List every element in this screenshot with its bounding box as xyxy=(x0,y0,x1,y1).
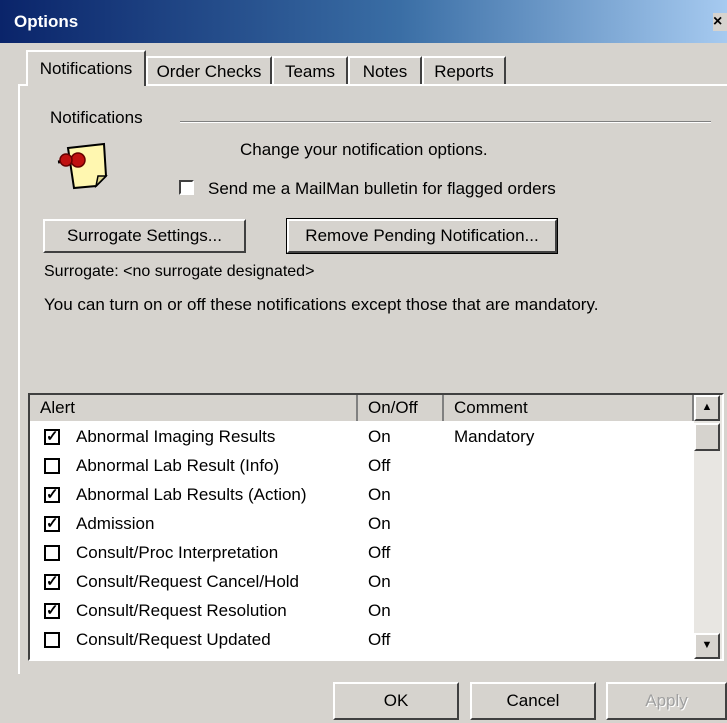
alert-comment: Mandatory xyxy=(454,427,535,446)
row-checkbox[interactable] xyxy=(44,545,60,561)
group-divider xyxy=(180,121,711,123)
window-title: Options xyxy=(14,12,79,31)
cancel-button[interactable]: Cancel xyxy=(470,682,596,720)
close-icon[interactable]: × xyxy=(713,13,727,31)
row-checkbox[interactable]: ✓ xyxy=(44,603,60,619)
alert-name: Abnormal Lab Result (Info) xyxy=(76,456,280,475)
table-row[interactable]: ✓ Admission On xyxy=(30,510,694,539)
table-row[interactable]: ✓ Consult/Request Cancel/Hold On xyxy=(30,568,694,597)
alert-on-off: Off xyxy=(368,630,391,649)
table-row[interactable]: ✓ Abnormal Imaging Results On Mandatory xyxy=(30,423,694,452)
tab-teams[interactable]: Teams xyxy=(272,56,348,84)
alert-name: Consult/Request Updated xyxy=(76,630,271,649)
column-header-on-off[interactable]: On/Off xyxy=(358,395,444,421)
alert-on-off: On xyxy=(368,514,391,533)
remove-pending-notification-button[interactable]: Remove Pending Notification... xyxy=(286,218,558,254)
row-checkbox[interactable]: ✓ xyxy=(44,574,60,590)
row-checkbox[interactable] xyxy=(44,458,60,474)
row-checkbox[interactable]: ✓ xyxy=(44,487,60,503)
column-header-alert[interactable]: Alert xyxy=(30,395,358,421)
alert-name: Consult/Proc Interpretation xyxy=(76,543,279,562)
tab-reports[interactable]: Reports xyxy=(422,56,506,84)
description-text: Change your notification options. xyxy=(240,140,488,159)
title-bar[interactable]: Options × xyxy=(0,0,727,43)
tab-notes[interactable]: Notes xyxy=(348,56,422,84)
table-row[interactable]: Consult/Request Updated Off xyxy=(30,626,694,655)
table-row[interactable]: ✓ Consult/Request Resolution On xyxy=(30,597,694,626)
mailman-checkbox-label[interactable]: Send me a MailMan bulletin for flagged o… xyxy=(208,179,556,199)
surrogate-settings-button[interactable]: Surrogate Settings... xyxy=(43,219,246,253)
table-row[interactable]: ✓ Abnormal Lab Results (Action) On xyxy=(30,481,694,510)
row-checkbox[interactable]: ✓ xyxy=(44,429,60,445)
column-header-comment[interactable]: Comment xyxy=(444,395,694,421)
table-row[interactable]: Consult/Proc Interpretation Off xyxy=(30,539,694,568)
alert-on-off: On xyxy=(368,485,391,504)
row-checkbox[interactable] xyxy=(44,632,60,648)
group-label: Notifications xyxy=(50,108,143,127)
tab-order-checks[interactable]: Order Checks xyxy=(146,56,272,84)
scroll-up-icon[interactable]: ▲ xyxy=(694,395,720,421)
mailman-checkbox[interactable] xyxy=(179,180,194,195)
alert-on-off: On xyxy=(368,427,391,446)
alert-name: Admission xyxy=(76,514,155,533)
scroll-thumb[interactable] xyxy=(694,423,720,451)
alert-name: Consult/Request Cancel/Hold xyxy=(76,572,300,591)
info-text: You can turn on or off these notificatio… xyxy=(44,295,599,314)
alert-name: Abnormal Lab Results (Action) xyxy=(76,485,307,504)
alert-on-off: Off xyxy=(368,456,391,475)
alert-on-off: On xyxy=(368,572,391,591)
tab-notifications[interactable]: Notifications xyxy=(26,50,146,86)
vertical-scrollbar[interactable]: ▲ ▼ xyxy=(694,395,722,659)
alerts-list[interactable]: Alert On/Off Comment ✓ Abnormal Imaging … xyxy=(28,393,724,661)
surrogate-text: Surrogate: <no surrogate designated> xyxy=(44,263,315,280)
table-row[interactable]: Abnormal Lab Result (Info) Off xyxy=(30,452,694,481)
alert-on-off: On xyxy=(368,601,391,620)
alert-on-off: Off xyxy=(368,543,391,562)
ok-button[interactable]: OK xyxy=(333,682,459,720)
alert-name: Consult/Request Resolution xyxy=(76,601,287,620)
scroll-down-icon[interactable]: ▼ xyxy=(694,633,720,659)
apply-button[interactable]: Apply xyxy=(606,682,727,720)
notepad-pushpin-icon xyxy=(57,142,108,190)
alert-name: Abnormal Imaging Results xyxy=(76,427,276,446)
row-checkbox[interactable]: ✓ xyxy=(44,516,60,532)
